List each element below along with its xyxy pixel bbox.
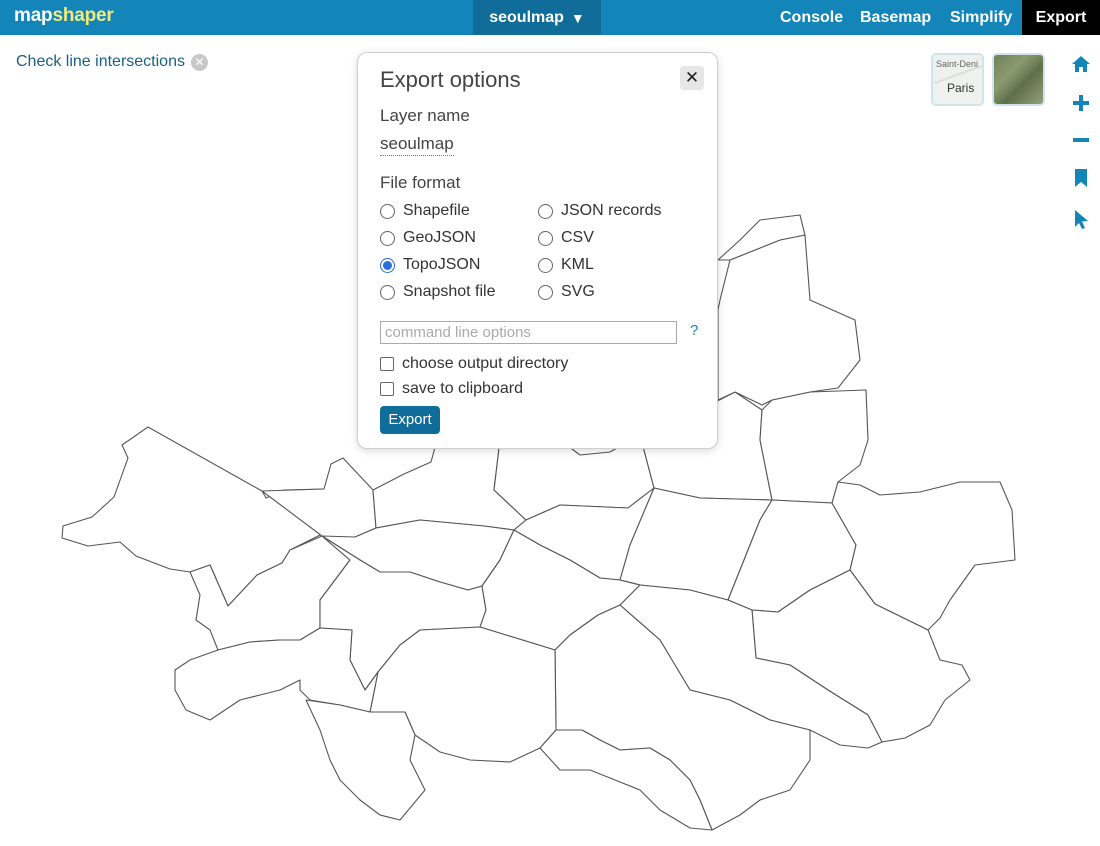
option-save-clipboard[interactable]: save to clipboard <box>380 380 523 398</box>
home-icon[interactable] <box>1070 53 1092 75</box>
checkbox[interactable] <box>380 382 394 396</box>
format-label: Snapshot file <box>403 283 496 300</box>
chevron-down-icon: ▼ <box>570 9 585 26</box>
format-label: KML <box>561 256 594 273</box>
checkbox-label: save to clipboard <box>402 380 523 397</box>
nav-console[interactable]: Console <box>780 0 843 35</box>
file-format-label: File format <box>380 173 461 192</box>
format-label: TopoJSON <box>403 256 481 273</box>
radio-button[interactable] <box>538 284 553 300</box>
nav-basemap[interactable]: Basemap <box>860 0 931 35</box>
radio-button[interactable] <box>538 203 553 219</box>
format-option-json-records[interactable]: JSON records <box>538 202 661 220</box>
layer-menu-button[interactable]: seoulmap ▼ <box>473 0 601 35</box>
format-label: JSON records <box>561 202 662 219</box>
logo-part-2: shaper <box>52 5 114 26</box>
format-option-topojson[interactable]: TopoJSON <box>380 256 480 274</box>
format-option-svg[interactable]: SVG <box>538 283 595 301</box>
radio-button-selected[interactable] <box>380 257 395 273</box>
help-icon[interactable]: ? <box>690 322 698 339</box>
format-option-kml[interactable]: KML <box>538 256 594 274</box>
intersections-notice: Check line intersections ✕ <box>16 53 208 71</box>
format-label: GeoJSON <box>403 229 476 246</box>
dialog-title: Export options <box>380 67 521 92</box>
district-polygon <box>305 699 426 821</box>
basemap-street-label-city: Paris <box>947 81 975 95</box>
radio-button[interactable] <box>380 230 395 246</box>
bookmark-icon[interactable] <box>1070 167 1092 189</box>
layer-name-label: Layer name <box>380 106 470 125</box>
basemap-satellite-button[interactable] <box>992 53 1045 106</box>
format-option-snapshot[interactable]: Snapshot file <box>380 283 496 301</box>
nav-simplify[interactable]: Simplify <box>950 0 1012 35</box>
checkbox-label: choose output directory <box>402 355 569 372</box>
zoom-in-icon[interactable] <box>1070 92 1092 114</box>
export-button[interactable]: Export <box>380 406 440 434</box>
option-output-directory[interactable]: choose output directory <box>380 355 568 373</box>
format-option-shapefile[interactable]: Shapefile <box>380 202 470 220</box>
radio-button[interactable] <box>380 203 395 219</box>
intersections-link[interactable]: Check line intersections <box>16 53 185 71</box>
basemap-street-label-top: Saint-Deni <box>936 59 979 69</box>
format-option-geojson[interactable]: GeoJSON <box>380 229 476 247</box>
app-logo: mapshaper <box>14 5 114 27</box>
layer-menu-label: seoulmap <box>489 8 564 26</box>
top-bar: mapshaper seoulmap ▼ Console Basemap Sim… <box>0 0 1100 35</box>
close-icon[interactable]: ✕ <box>680 66 704 90</box>
format-label: CSV <box>561 229 594 246</box>
command-options-input[interactable] <box>380 321 677 344</box>
nav-export[interactable]: Export <box>1022 0 1100 35</box>
checkbox[interactable] <box>380 357 394 371</box>
export-dialog: Export options ✕ Layer name seoulmap Fil… <box>357 52 718 449</box>
radio-button[interactable] <box>538 230 553 246</box>
layer-name-field[interactable]: seoulmap <box>380 133 454 156</box>
close-circle-icon[interactable]: ✕ <box>190 53 208 71</box>
format-label: Shapefile <box>403 202 470 219</box>
radio-button[interactable] <box>380 284 395 300</box>
zoom-out-icon[interactable] <box>1070 129 1092 151</box>
format-option-csv[interactable]: CSV <box>538 229 594 247</box>
radio-button[interactable] <box>538 257 553 273</box>
format-label: SVG <box>561 283 595 300</box>
pointer-icon[interactable] <box>1070 208 1092 230</box>
logo-part-1: map <box>14 5 53 26</box>
district-polygon <box>717 234 861 406</box>
basemap-street-button[interactable]: Saint-Deni Paris <box>931 53 984 106</box>
